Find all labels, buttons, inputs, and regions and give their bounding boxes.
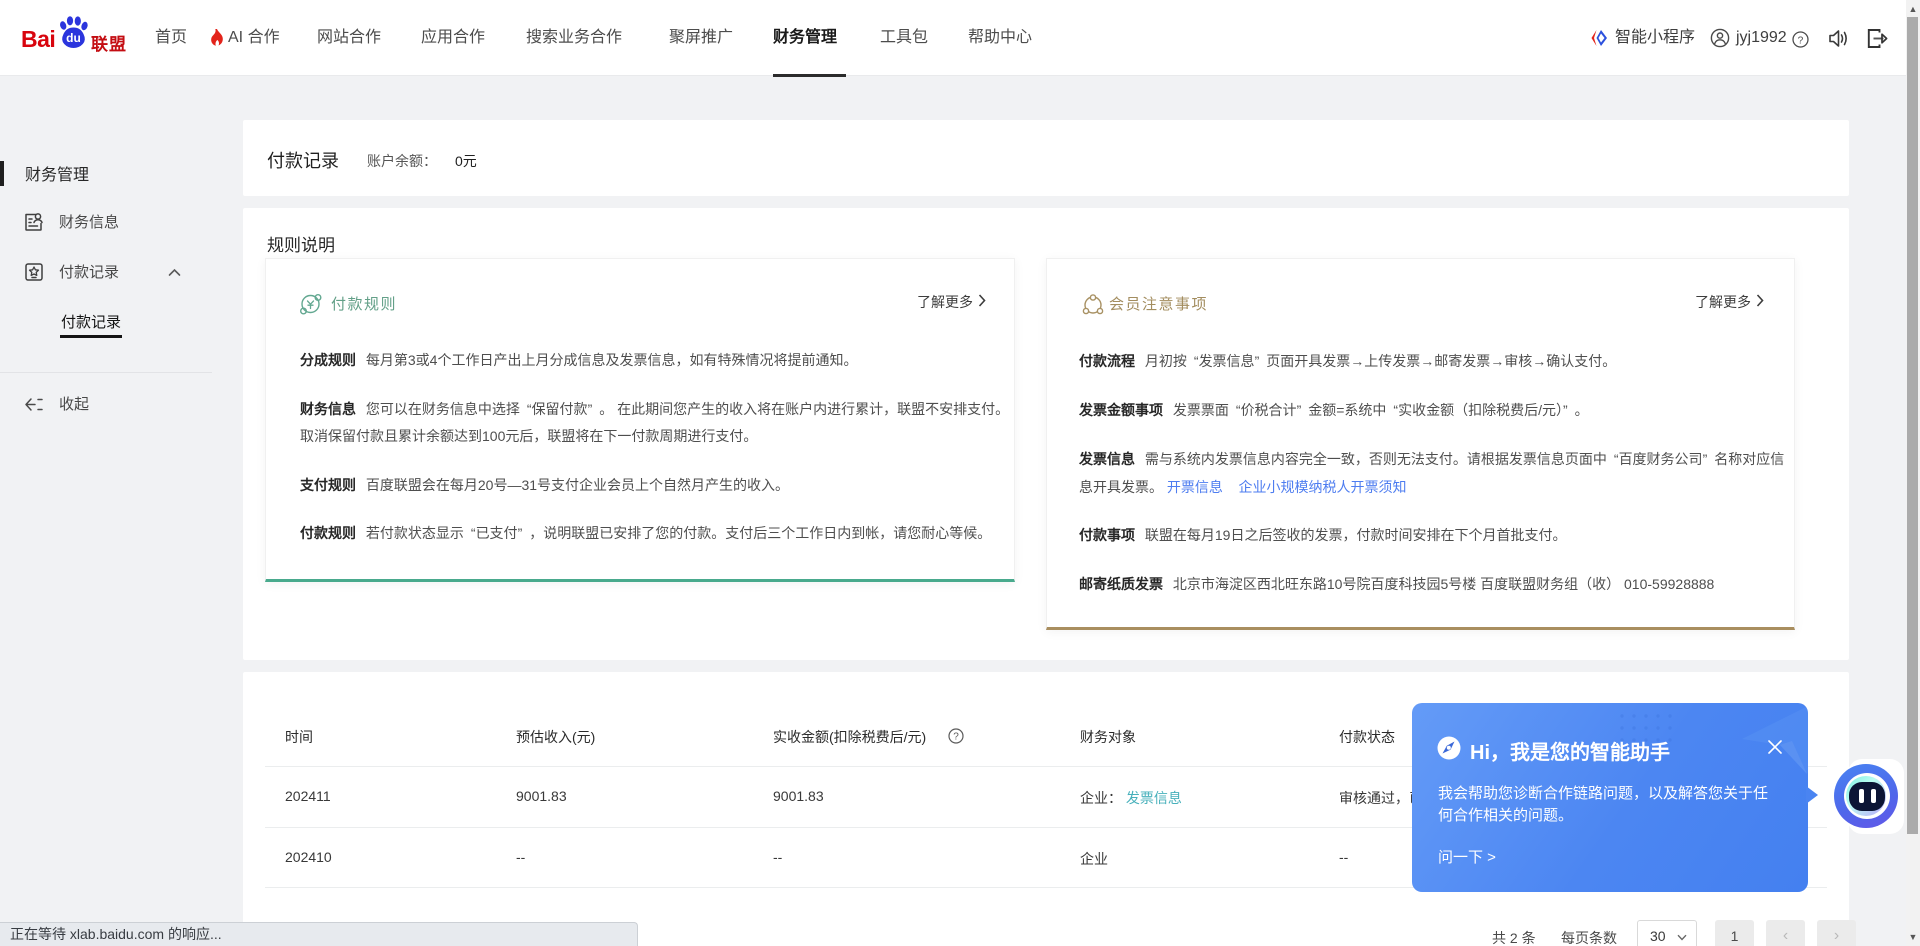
svg-text:?: ?: [1798, 35, 1804, 46]
svg-text:?: ?: [953, 732, 959, 743]
svg-text:du: du: [66, 31, 81, 45]
